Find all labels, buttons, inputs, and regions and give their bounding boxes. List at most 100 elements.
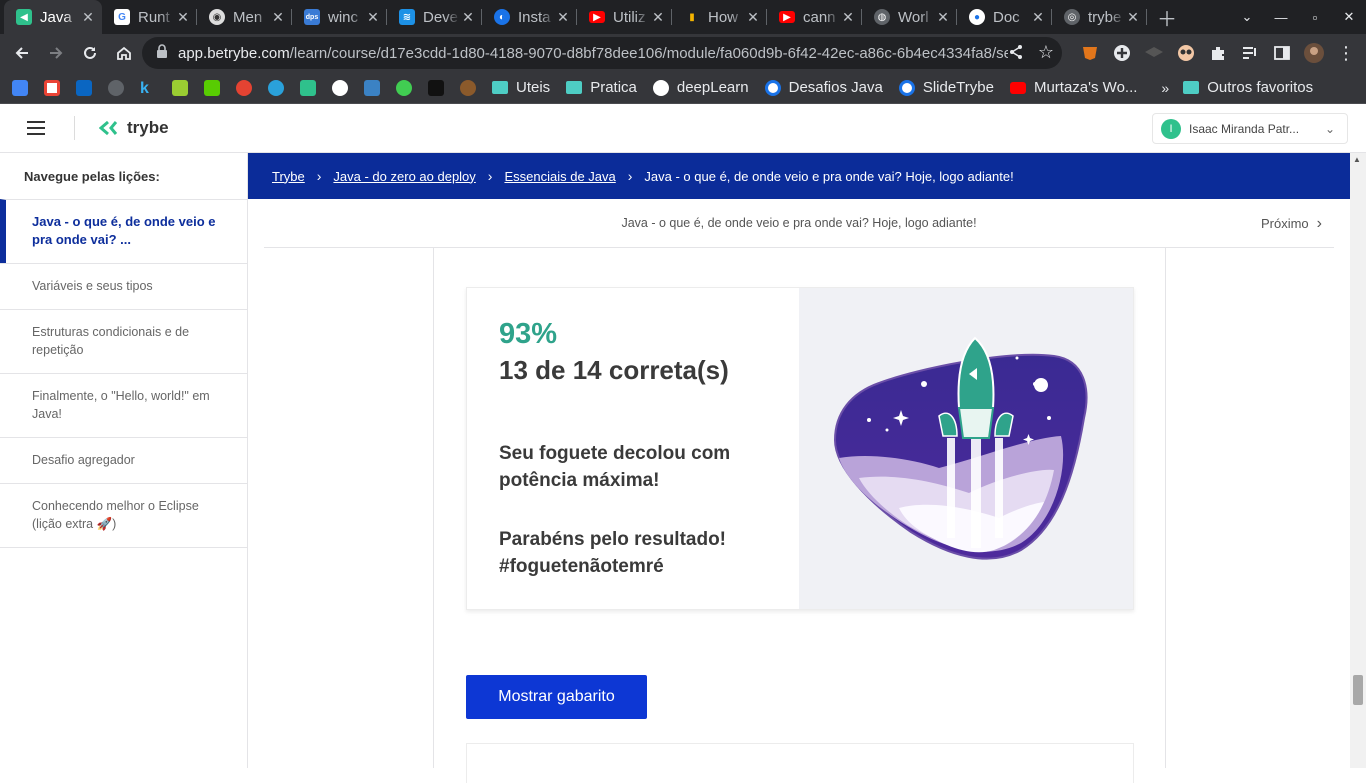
browser-tab[interactable]: ▶ cann ✕ xyxy=(767,0,862,34)
reload-icon[interactable] xyxy=(74,37,106,69)
browser-toolbar: app.betrybe.com/learn/course/d17e3cdd-1d… xyxy=(0,34,1366,72)
browser-tab[interactable]: G Runt ✕ xyxy=(102,0,197,34)
flower-icon[interactable] xyxy=(332,79,348,96)
metamask-icon[interactable] xyxy=(1076,39,1104,67)
sidepanel-icon[interactable] xyxy=(1268,39,1296,67)
folder-icon xyxy=(1183,81,1200,94)
forward-icon[interactable] xyxy=(40,37,72,69)
telegram-icon[interactable] xyxy=(268,79,284,96)
tab-title: Insta xyxy=(518,8,551,26)
bookmark-folder-pratica[interactable]: Pratica xyxy=(566,79,637,96)
close-icon[interactable]: ✕ xyxy=(270,9,286,26)
figure-icon[interactable] xyxy=(172,79,188,96)
back-icon[interactable] xyxy=(6,37,38,69)
browser-tab[interactable]: ▮ How ✕ xyxy=(672,0,767,34)
trybe-bookmark-icon[interactable] xyxy=(300,79,316,96)
mask-icon[interactable] xyxy=(428,79,444,96)
linkedin-icon[interactable] xyxy=(76,79,92,96)
close-icon[interactable]: ✕ xyxy=(840,9,856,26)
home-icon[interactable] xyxy=(108,37,140,69)
qt-icon[interactable] xyxy=(396,79,412,96)
bookmark-murtaza[interactable]: Murtaza's Wo... xyxy=(1009,79,1137,96)
k-icon[interactable]: k xyxy=(140,80,156,97)
breadcrumb-link[interactable]: Essenciais de Java xyxy=(504,169,615,184)
close-window-icon[interactable]: ✕ xyxy=(1332,9,1366,25)
bookmark-star-icon[interactable]: ☆ xyxy=(1038,42,1054,63)
share-icon[interactable] xyxy=(1008,44,1024,65)
profile-avatar-icon[interactable] xyxy=(1300,39,1328,67)
trybe-logo[interactable]: trybe xyxy=(99,118,169,138)
bookmark-folder-uteis[interactable]: Uteis xyxy=(492,79,550,96)
close-icon[interactable]: ✕ xyxy=(1125,9,1141,26)
browser-tab[interactable]: ▶ Utiliz ✕ xyxy=(577,0,672,34)
close-icon[interactable]: ✕ xyxy=(745,9,761,26)
media-queue-icon[interactable] xyxy=(1236,39,1264,67)
sidebar-item-desafio[interactable]: Desafio agregador xyxy=(0,437,247,483)
user-menu[interactable]: I Isaac Miranda Patr... ⌄ xyxy=(1152,113,1348,144)
owl-icon[interactable] xyxy=(1172,39,1200,67)
duolingo-icon[interactable] xyxy=(204,79,220,96)
chrome-icon xyxy=(764,79,781,96)
next-button[interactable]: Próximo › xyxy=(1261,199,1322,248)
close-icon[interactable]: ✕ xyxy=(80,9,96,26)
tab-title: trybe xyxy=(1088,8,1122,26)
bookmarks-bar: k Uteis Pratica deepLearn Desafios Java … xyxy=(0,72,1366,104)
browser-tab[interactable]: dps winc ✕ xyxy=(292,0,387,34)
close-icon[interactable]: ✕ xyxy=(460,9,476,26)
minimize-icon[interactable]: — xyxy=(1264,10,1298,25)
sidebar-item-eclipse[interactable]: Conhecendo melhor o Eclipse (lição extra… xyxy=(0,483,247,548)
github-bookmark-icon[interactable] xyxy=(108,79,124,96)
menu-dots-icon[interactable]: ⋮ xyxy=(1332,39,1360,67)
gmail-icon[interactable] xyxy=(44,79,60,96)
scrollbar-thumb[interactable] xyxy=(1353,675,1363,705)
show-answers-button[interactable]: Mostrar gabarito xyxy=(466,675,647,719)
lesson-sidebar: Navegue pelas lições: Java - o que é, de… xyxy=(0,153,248,768)
tab-title: Java xyxy=(40,8,72,26)
bookmark-deeplearn[interactable]: deepLearn xyxy=(652,79,749,96)
new-tab-button[interactable]: ＋ xyxy=(1147,0,1187,34)
hamburger-menu-icon[interactable] xyxy=(27,121,45,135)
weather-icon[interactable] xyxy=(364,79,380,96)
bookmark-slidetrybe[interactable]: SlideTrybe xyxy=(898,79,994,96)
sidebar-item-java-intro[interactable]: Java - o que é, de onde veio e pra onde … xyxy=(0,199,247,263)
sidebar-item-estruturas[interactable]: Estruturas condicionais e de repetição xyxy=(0,309,247,373)
browser-tab[interactable]: ◎ trybe ✕ xyxy=(1052,0,1147,34)
browser-tab[interactable]: ● Doc ✕ xyxy=(957,0,1052,34)
graduation-cap-icon[interactable] xyxy=(1140,39,1168,67)
close-icon[interactable]: ✕ xyxy=(175,9,191,26)
lock-icon[interactable] xyxy=(156,43,168,63)
scroll-up-icon[interactable]: ▲ xyxy=(1353,155,1361,164)
browser-tab[interactable]: ≋ Deve ✕ xyxy=(387,0,482,34)
tab-search-icon[interactable]: ⌄ xyxy=(1230,9,1264,25)
chevron-down-icon: ⌄ xyxy=(1324,121,1335,136)
browser-tab[interactable]: ◉ Men ✕ xyxy=(197,0,292,34)
close-icon[interactable]: ✕ xyxy=(650,9,666,26)
scrollbar[interactable]: ▲ xyxy=(1350,153,1366,768)
sidebar-item-variaveis[interactable]: Variáveis e seus tipos xyxy=(0,263,247,309)
breadcrumb-link[interactable]: Java - do zero ao deploy xyxy=(333,169,475,184)
maximize-icon[interactable]: ▫ xyxy=(1298,10,1332,25)
youtube-icon: ▶ xyxy=(589,11,605,23)
bookmarks-overflow-icon[interactable]: » xyxy=(1161,80,1169,96)
breadcrumb-link[interactable]: Trybe xyxy=(272,169,305,184)
browser-tab[interactable]: ◐ Insta ✕ xyxy=(482,0,577,34)
calendar-icon[interactable] xyxy=(12,79,28,96)
next-card xyxy=(466,743,1134,783)
close-icon[interactable]: ✕ xyxy=(935,9,951,26)
bookmark-other-favorites[interactable]: Outros favoritos xyxy=(1183,79,1313,96)
puzzle-icon[interactable] xyxy=(1204,39,1232,67)
chrome-icon xyxy=(898,79,915,96)
poop-icon[interactable] xyxy=(460,79,476,96)
close-icon[interactable]: ✕ xyxy=(1030,9,1046,26)
score-percent: 93% xyxy=(499,318,558,350)
address-bar[interactable]: app.betrybe.com/learn/course/d17e3cdd-1d… xyxy=(142,37,1062,69)
sidebar-item-hello-world[interactable]: Finalmente, o "Hello, world!" em Java! xyxy=(0,373,247,437)
todoist-icon[interactable] xyxy=(236,79,252,96)
close-icon[interactable]: ✕ xyxy=(555,9,571,26)
close-icon[interactable]: ✕ xyxy=(365,9,381,26)
plus-extension-icon[interactable] xyxy=(1108,39,1136,67)
install-icon: ◐ xyxy=(494,9,510,25)
browser-tab[interactable]: ◍ Worl ✕ xyxy=(862,0,957,34)
browser-tab[interactable]: ◀ Java ✕ xyxy=(4,0,102,34)
bookmark-desafios-java[interactable]: Desafios Java xyxy=(764,79,883,96)
